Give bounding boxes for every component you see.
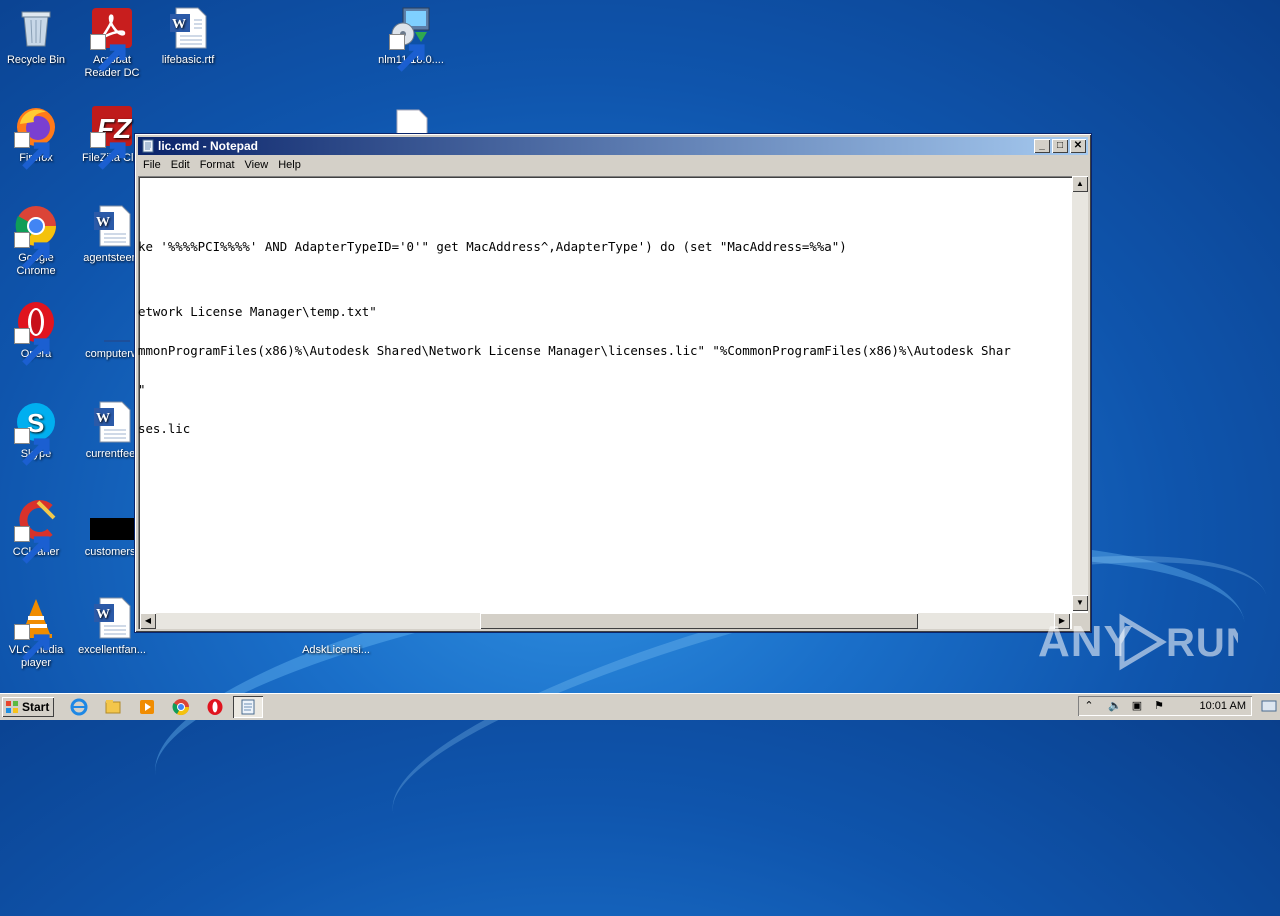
icon-label: excellentfan... — [78, 644, 146, 656]
text-line: ke '%%%%PCI%%%%' AND AdapterTypeID='0'" … — [138, 239, 847, 254]
word-document-icon: W — [90, 400, 134, 444]
icon-label: Recycle Bin — [6, 54, 66, 66]
desktop-icon-ccleaner[interactable]: CCleaner — [0, 498, 74, 564]
menu-file[interactable]: File — [138, 156, 166, 174]
svg-text:W: W — [172, 17, 186, 32]
shortcut-arrow-icon — [14, 428, 50, 466]
shortcut-arrow-icon — [14, 232, 50, 270]
internet-explorer-icon[interactable] — [70, 698, 88, 716]
file-icon — [90, 300, 134, 344]
close-button[interactable]: ✕ — [1070, 139, 1086, 153]
desktop-icon-acrobat[interactable]: Acrobat Reader DC — [74, 6, 150, 80]
scroll-up-button[interactable]: ▲ — [1072, 176, 1088, 192]
shortcut-arrow-icon — [14, 132, 50, 170]
minimize-button[interactable]: _ — [1034, 139, 1050, 153]
vlc-icon — [14, 596, 58, 662]
file-icon — [90, 498, 134, 542]
svg-text:W: W — [96, 411, 110, 426]
system-tray: ⌃ 🔈 ▣ ⚑ 10:01 AM — [1078, 696, 1252, 716]
svg-text:RUN: RUN — [1166, 621, 1238, 665]
recycle-bin-icon — [14, 6, 58, 50]
shortcut-arrow-icon — [14, 328, 50, 366]
desktop-icon-opera[interactable]: Opera — [0, 300, 74, 366]
text-line: ses.lic — [138, 421, 191, 436]
shortcut-arrow-icon — [14, 624, 50, 662]
icon-label: lifebasic.rtf — [161, 54, 215, 66]
svg-text:W: W — [96, 215, 110, 230]
installer-icon — [389, 6, 433, 72]
anyrun-watermark: ANY RUN — [1038, 606, 1255, 676]
volume-icon[interactable]: 🔈 — [1108, 699, 1122, 713]
taskbar-notepad-button[interactable] — [233, 696, 263, 718]
menu-help[interactable]: Help — [273, 156, 306, 174]
word-document-icon: W — [90, 204, 134, 248]
desktop-icon-firefox[interactable]: Firefox — [0, 104, 74, 170]
desktop-icon-lifebasic[interactable]: W lifebasic.rtf — [150, 6, 226, 67]
desktop-icon-vlc[interactable]: VLC media player — [0, 596, 74, 670]
menu-format[interactable]: Format — [195, 156, 240, 174]
shortcut-arrow-icon — [389, 34, 425, 72]
notepad-window[interactable]: lic.cmd - Notepad _ □ ✕ File Edit Format… — [134, 133, 1092, 633]
maximize-button[interactable]: □ — [1052, 139, 1068, 153]
network-icon[interactable]: ▣ — [1130, 699, 1144, 713]
menu-bar: File Edit Format View Help — [138, 156, 1088, 174]
menu-edit[interactable]: Edit — [166, 156, 195, 174]
skype-icon: S — [14, 400, 58, 466]
window-title: lic.cmd - Notepad — [158, 139, 259, 153]
word-document-icon: W — [90, 596, 134, 640]
vertical-scrollbar[interactable]: ▲ ▼ — [1072, 176, 1088, 611]
taskbar: Start ⌃ 🔈 ▣ ⚑ 10:01 AM — [0, 693, 1280, 720]
notepad-icon — [241, 699, 255, 715]
action-center-flag-icon[interactable]: ⚑ — [1152, 699, 1166, 713]
icon-label: AdskLicensi... — [302, 644, 370, 656]
file-explorer-icon[interactable] — [104, 698, 122, 716]
desktop-icon-nlm-installer[interactable]: nlm11.18.0.... — [373, 6, 449, 72]
opera-taskbar-icon[interactable] — [206, 698, 224, 716]
filezilla-icon: FZ — [90, 104, 134, 170]
start-label: Start — [22, 700, 50, 714]
horizontal-scrollbar[interactable]: ◀ ▶ — [140, 613, 1070, 629]
editor-content[interactable]: ke '%%%%PCI%%%%' AND AdapterTypeID='0'" … — [138, 188, 1070, 611]
horizontal-scroll-thumb[interactable] — [480, 613, 918, 629]
text-editor[interactable]: ke '%%%%PCI%%%%' AND AdapterTypeID='0'" … — [138, 176, 1088, 629]
title-bar[interactable]: lic.cmd - Notepad _ □ ✕ — [138, 137, 1088, 155]
shortcut-arrow-icon — [90, 132, 126, 170]
ccleaner-icon — [14, 498, 58, 564]
show-desktop-icon[interactable] — [1260, 697, 1278, 715]
desktop-icon-recycle-bin[interactable]: Recycle Bin — [0, 6, 74, 67]
start-button[interactable]: Start — [2, 697, 54, 717]
windows-logo-icon — [6, 701, 18, 713]
menu-view[interactable]: View — [240, 156, 274, 174]
desktop-icon-chrome[interactable]: Google Chrome — [0, 204, 74, 278]
svg-text:W: W — [96, 607, 110, 622]
chrome-icon — [14, 204, 58, 270]
shortcut-arrow-icon — [90, 34, 126, 72]
clock[interactable]: 10:01 AM — [1200, 696, 1246, 716]
firefox-icon — [14, 104, 58, 170]
acrobat-icon — [90, 6, 134, 72]
chrome-taskbar-icon[interactable] — [172, 698, 190, 716]
scroll-left-button[interactable]: ◀ — [140, 613, 156, 629]
show-hidden-icons-icon[interactable]: ⌃ — [1082, 699, 1096, 713]
text-line: etwork License Manager\temp.txt" — [138, 304, 377, 319]
word-document-icon: W — [166, 6, 210, 50]
text-line: mmonProgramFiles(x86)%\Autodesk Shared\N… — [138, 343, 1011, 358]
media-player-icon[interactable] — [138, 698, 156, 716]
text-line: " — [138, 382, 146, 397]
desktop-icon-skype[interactable]: S Skype — [0, 400, 74, 466]
opera-icon — [14, 300, 58, 366]
notepad-icon — [141, 139, 155, 153]
shortcut-arrow-icon — [14, 526, 50, 564]
